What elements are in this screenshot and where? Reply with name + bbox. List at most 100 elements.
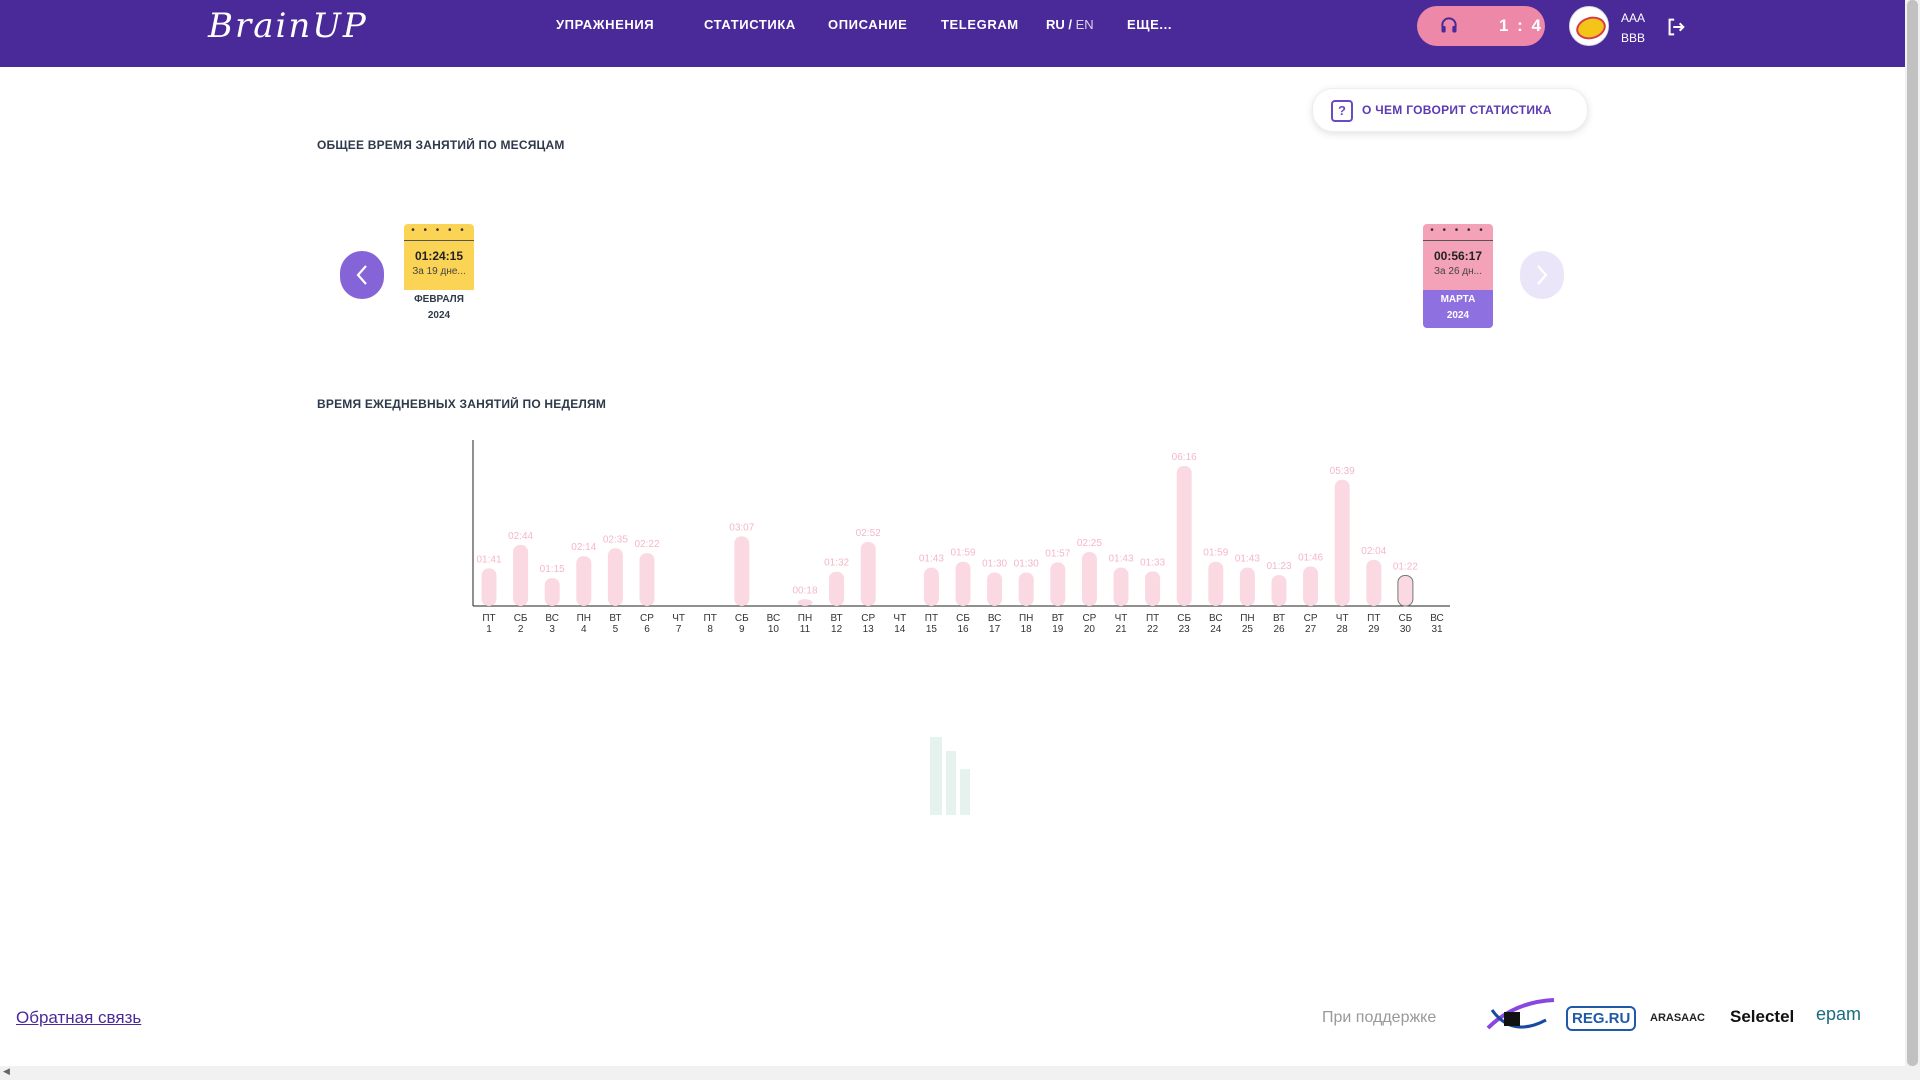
chart-bar[interactable] (1303, 566, 1319, 606)
chart-bar[interactable] (1018, 572, 1034, 606)
x-tick-weekday: ВС (1430, 613, 1444, 624)
chart-bar[interactable] (1176, 466, 1192, 606)
x-tick-day: 4 (581, 624, 587, 635)
vertical-scrollbar-thumb[interactable] (1907, 0, 1918, 1066)
prev-month-button[interactable] (340, 251, 384, 299)
partner-logo-selectel[interactable]: Selectel (1730, 1007, 1794, 1027)
bar-value-label: 02:52 (856, 528, 881, 539)
lang-en[interactable]: EN (1076, 17, 1094, 32)
x-tick-weekday: ВС (767, 613, 781, 624)
x-tick-day: 31 (1431, 624, 1443, 635)
month-card-february[interactable]: • • • • • 01:24:15 За 19 дне... ФЕВРАЛЯ … (404, 224, 474, 324)
month-total-time: 01:24:15 (414, 249, 464, 263)
x-tick-day: 12 (831, 624, 843, 635)
x-tick-weekday: СБ (1399, 613, 1413, 624)
partner-logo-swoosh[interactable] (1484, 998, 1556, 1038)
partner-logo-arasaac[interactable]: ARASAAC (1650, 1012, 1705, 1024)
month-label: МАРТА 2024 (1423, 290, 1493, 328)
x-tick-weekday: ВТ (609, 613, 621, 624)
chart-bar[interactable] (1366, 559, 1382, 606)
x-tick-weekday: СБ (956, 613, 970, 624)
x-tick-weekday: ВС (1209, 613, 1223, 624)
scroll-left-arrow[interactable]: ◀ (3, 1066, 10, 1077)
x-tick-weekday: СБ (735, 613, 749, 624)
chevron-left-icon (356, 265, 367, 285)
bar-value-label: 02:14 (571, 542, 596, 553)
chart-bar[interactable] (987, 572, 1003, 606)
monthly-title: ОБЩЕЕ ВРЕМЯ ЗАНЯТИЙ ПО МЕСЯЦАМ (317, 138, 565, 152)
month-card-march[interactable]: • • • • • 00:56:17 За 26 дн... МАРТА 202… (1423, 224, 1493, 328)
chart-bar[interactable] (1397, 574, 1414, 607)
chart-bar[interactable] (1145, 571, 1161, 606)
x-tick-day: 18 (1021, 624, 1033, 635)
x-tick-weekday: ВС (988, 613, 1002, 624)
chart-bar[interactable] (481, 568, 497, 606)
chart-bar[interactable] (1081, 552, 1097, 606)
partner-logo-epam[interactable]: epam (1816, 1004, 1861, 1025)
chart-bar[interactable] (1239, 567, 1255, 606)
chart-bar[interactable] (639, 553, 655, 606)
x-tick-day: 19 (1052, 624, 1064, 635)
nav-telegram[interactable]: TELEGRAM (941, 17, 1019, 32)
nav-more[interactable]: ЕЩЕ... (1127, 17, 1172, 32)
chart-bar[interactable] (1271, 575, 1287, 606)
bar-value-label: 01:59 (950, 548, 975, 559)
x-tick-day: 24 (1210, 624, 1222, 635)
horizontal-scrollbar[interactable] (0, 1066, 1905, 1080)
x-tick-day: 14 (894, 624, 906, 635)
stats-help-button[interactable]: ? О ЧЕМ ГОВОРИТ СТАТИСТИКА (1312, 88, 1588, 132)
nav-exercises[interactable]: УПРАЖНЕНИЯ (556, 17, 654, 32)
x-tick-day: 13 (863, 624, 875, 635)
top-navbar: BrainUP УПРАЖНЕНИЯ СТАТИСТИКА ОПИСАНИЕ T… (0, 0, 1905, 67)
x-tick-weekday: ЧТ (1115, 613, 1128, 624)
user-name-line1: AAA (1621, 11, 1646, 25)
chart-bar[interactable] (797, 599, 813, 606)
brainup-logo[interactable]: BrainUP (208, 6, 368, 46)
x-tick-day: 16 (957, 624, 969, 635)
x-tick-day: 5 (613, 624, 619, 635)
chart-bar[interactable] (1050, 562, 1066, 606)
x-tick-day: 26 (1273, 624, 1285, 635)
chart-bar[interactable] (576, 556, 592, 606)
nav-statistics[interactable]: СТАТИСТИКА (704, 17, 796, 32)
x-tick-day: 1 (486, 624, 492, 635)
logout-icon[interactable] (1665, 16, 1687, 38)
lang-separator: / (1064, 17, 1076, 32)
chart-bar[interactable] (734, 536, 750, 606)
month-card-dots: • • • • • (404, 224, 474, 241)
chart-bar[interactable] (923, 567, 939, 606)
avatar[interactable] (1569, 6, 1609, 46)
chart-bar[interactable] (1334, 479, 1350, 606)
x-tick-weekday: ПН (1240, 613, 1254, 624)
partner-logo-regru[interactable]: REG.RU (1566, 1006, 1637, 1031)
loader-bar (930, 737, 942, 815)
bar-value-label: 01:57 (1045, 548, 1070, 559)
nav-description[interactable]: ОПИСАНИЕ (828, 17, 907, 32)
chart-bar[interactable] (1113, 567, 1129, 606)
audio-ratio: 1 : 4 (1499, 16, 1544, 35)
x-tick-day: 23 (1179, 624, 1191, 635)
x-tick-weekday: ВС (545, 613, 559, 624)
weekly-title: ВРЕМЯ ЕЖЕДНЕВНЫХ ЗАНЯТИЙ ПО НЕДЕЛЯМ (317, 397, 607, 411)
x-tick-weekday: ПН (798, 613, 812, 624)
chart-bar[interactable] (860, 541, 876, 606)
language-switcher[interactable]: RU / EN (1046, 17, 1094, 32)
month-year: 2024 (1446, 310, 1470, 321)
lang-ru[interactable]: RU (1046, 17, 1065, 32)
chart-bar[interactable] (1208, 561, 1224, 606)
chevron-right-icon (1537, 265, 1548, 285)
next-month-button[interactable] (1520, 251, 1564, 299)
x-tick-weekday: СР (640, 613, 654, 624)
audio-settings-pill[interactable]: 1 : 4 (1417, 6, 1545, 46)
chart-bar[interactable] (513, 544, 529, 606)
feedback-link[interactable]: Обратная связь (16, 1008, 141, 1028)
bar-value-label: 02:22 (634, 539, 659, 550)
chart-bar[interactable] (829, 571, 845, 606)
stats-help-label: О ЧЕМ ГОВОРИТ СТАТИСТИКА (1362, 103, 1552, 117)
chart-bar[interactable] (607, 548, 623, 606)
chart-bar[interactable] (955, 561, 971, 606)
x-tick-day: 11 (800, 624, 811, 635)
x-tick-day: 27 (1305, 624, 1317, 635)
month-year: 2024 (427, 310, 451, 321)
chart-bar[interactable] (544, 578, 560, 606)
